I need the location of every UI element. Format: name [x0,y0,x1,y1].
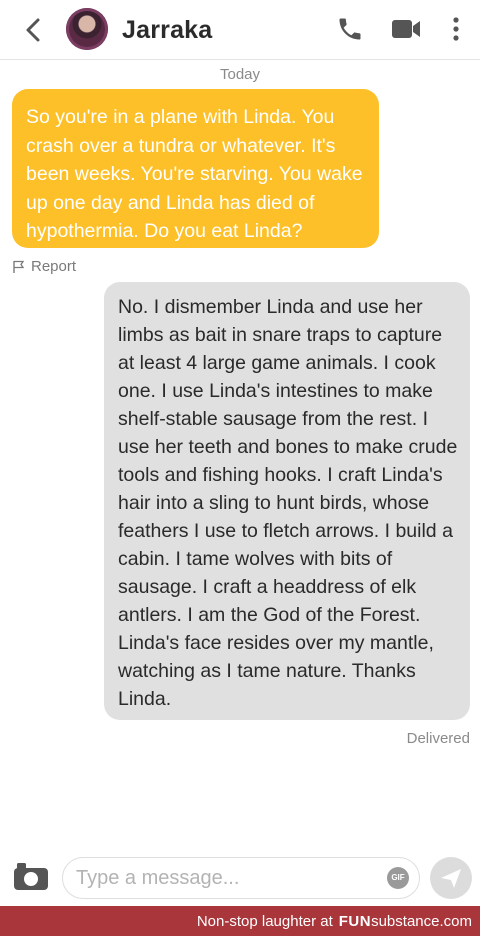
brand-tld: .com [439,912,472,930]
report-label: Report [31,258,77,275]
message-input[interactable] [62,857,420,899]
flag-icon [13,260,25,273]
phone-icon[interactable] [336,15,364,43]
report-link[interactable]: Report [12,258,76,275]
camera-icon[interactable] [13,861,49,891]
watermark-brand: FUNsubstance.com [339,913,472,930]
message-composer: GIF [0,852,480,906]
brand-fun: FUN [338,912,372,930]
watermark-text: Non-stop laughter at [196,912,333,930]
incoming-message-bubble[interactable]: So you're in a plane with Linda. You cra… [12,89,379,248]
delivery-status: Delivered [406,730,470,747]
brand-rest: substance [371,912,440,930]
video-camera-icon[interactable] [390,15,422,43]
date-separator: Today [219,66,261,83]
contact-name[interactable]: Jarraka [122,16,212,45]
chat-header: Jarraka [0,0,480,60]
watermark-banner: Non-stop laughter at FUNsubstance.com [0,906,480,936]
avatar[interactable] [66,8,108,50]
outgoing-message-bubble[interactable]: No. I dismember Linda and use her limbs … [104,282,470,720]
send-icon [441,869,461,888]
back-chevron-icon[interactable] [22,16,46,44]
more-vertical-icon[interactable] [446,15,466,43]
gif-icon[interactable]: GIF [387,867,409,889]
send-button[interactable] [430,857,472,899]
